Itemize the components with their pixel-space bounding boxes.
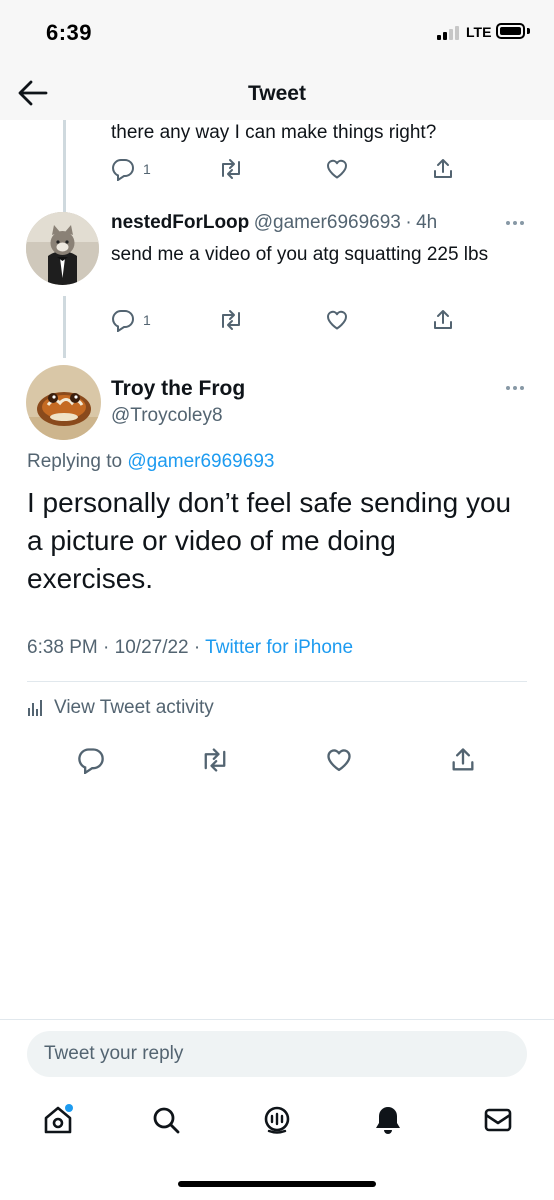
separator-dot: · — [193, 637, 201, 658]
reply-icon — [78, 748, 104, 774]
reply-icon — [112, 310, 134, 332]
tab-search[interactable] — [146, 1100, 186, 1140]
separator-dot: · — [405, 212, 412, 233]
tab-notifications[interactable] — [368, 1100, 408, 1140]
avatar[interactable] — [26, 365, 101, 440]
reply-icon — [112, 159, 134, 181]
share-icon — [434, 159, 452, 178]
heart-icon — [327, 310, 347, 330]
replying-label: Replying to — [27, 451, 123, 472]
user-handle[interactable]: @Troycoley8 — [111, 405, 223, 427]
user-handle[interactable]: @gamer6969693 — [254, 212, 401, 233]
like-button[interactable] — [325, 308, 349, 332]
tab-home[interactable] — [38, 1100, 78, 1140]
like-button[interactable] — [325, 746, 353, 774]
share-button[interactable] — [431, 157, 455, 181]
display-name[interactable]: Troy the Frog — [111, 377, 245, 401]
activity-label: View Tweet activity — [54, 697, 214, 718]
more-icon[interactable] — [504, 219, 526, 227]
messages-icon — [484, 1108, 512, 1132]
notification-dot — [65, 1104, 73, 1112]
thread-line — [63, 120, 66, 212]
share-button[interactable] — [449, 746, 477, 774]
divider — [27, 681, 527, 682]
tab-spaces[interactable] — [257, 1100, 297, 1140]
replying-to: Replying to @gamer6969693 — [27, 451, 274, 473]
separator-dot: · — [103, 637, 110, 658]
reply-input[interactable]: Tweet your reply — [27, 1031, 527, 1077]
tweet-date: 10/27/22 — [114, 637, 189, 658]
signal-icon — [437, 26, 459, 40]
reply-button[interactable]: 1 — [111, 157, 151, 181]
retweet-button[interactable] — [218, 308, 244, 332]
share-icon — [434, 310, 452, 329]
tweet-source-link[interactable]: Twitter for iPhone — [205, 637, 353, 658]
activity-chart-icon — [28, 700, 42, 716]
notifications-icon — [376, 1107, 400, 1134]
status-bar: 6:39 LTE — [0, 0, 554, 66]
retweet-icon — [222, 159, 240, 179]
retweet-button[interactable] — [218, 157, 244, 181]
page-title: Tweet — [248, 82, 306, 105]
thread-line — [63, 296, 66, 358]
tweet-body: I personally don’t feel safe sending you… — [27, 487, 512, 594]
top-nav-bar: Tweet — [0, 66, 554, 120]
avatar[interactable] — [26, 212, 99, 285]
tweet-header: nestedForLoop @gamer6969693 · 4h — [111, 212, 437, 234]
tweet-time: 6:38 PM — [27, 637, 98, 658]
view-tweet-activity-button[interactable]: View Tweet activity — [27, 697, 214, 719]
search-icon — [153, 1107, 180, 1134]
reply-count: 1 — [143, 312, 151, 328]
spaces-icon — [264, 1106, 290, 1134]
heart-icon — [327, 159, 347, 179]
tweet-age: 4h — [416, 212, 438, 233]
tweet-text: there any way I can make things right? — [111, 122, 437, 143]
share-icon — [452, 748, 474, 771]
composer-divider — [0, 1019, 554, 1020]
reply-count: 1 — [143, 161, 151, 177]
reply-button[interactable] — [77, 746, 105, 774]
share-button[interactable] — [431, 308, 455, 332]
replying-handle-link[interactable]: @gamer6969693 — [127, 451, 274, 472]
tab-messages[interactable] — [478, 1100, 518, 1140]
tweet-text: send me a video of you atg squatting 225… — [111, 244, 489, 265]
status-time: 6:39 — [46, 20, 93, 45]
more-icon[interactable] — [504, 384, 526, 392]
heart-icon — [327, 749, 351, 772]
home-indicator[interactable] — [178, 1181, 376, 1187]
like-button[interactable] — [325, 157, 349, 181]
reply-placeholder: Tweet your reply — [44, 1043, 184, 1064]
reply-button[interactable]: 1 — [111, 308, 151, 332]
retweet-button[interactable] — [200, 746, 230, 774]
battery-icon — [496, 23, 525, 39]
retweet-icon — [204, 748, 226, 772]
tweet-meta: 6:38 PM · 10/27/22 · Twitter for iPhone — [27, 637, 353, 659]
display-name[interactable]: nestedForLoop — [111, 212, 249, 233]
retweet-icon — [222, 310, 240, 330]
network-label: LTE — [466, 24, 492, 40]
